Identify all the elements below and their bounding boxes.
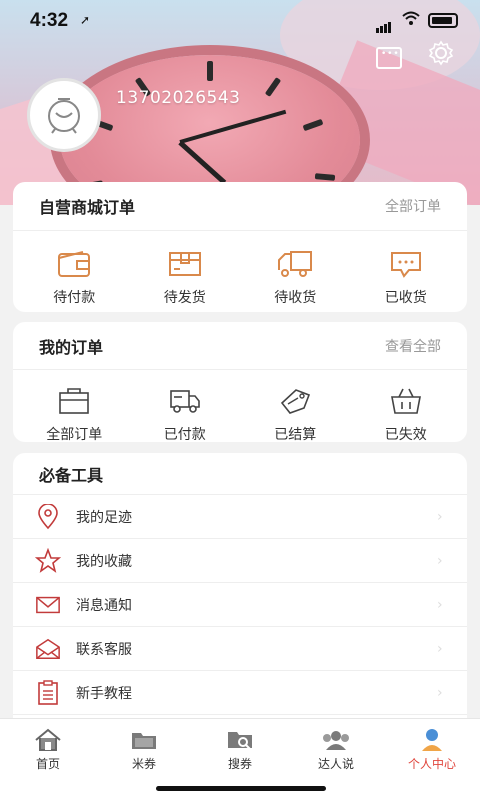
tab-label: 达人说 <box>317 757 354 771</box>
document-icon <box>35 679 61 706</box>
my-order-label: 全部订单 <box>46 427 103 443</box>
mall-order-label: 待收货 <box>274 290 317 306</box>
mall-order-label: 待付款 <box>53 290 96 306</box>
mall-order-received[interactable]: 已收货 <box>351 231 461 307</box>
envelope-icon <box>35 592 61 618</box>
cellular-signal-icon <box>376 14 392 33</box>
home-indicator <box>156 786 326 791</box>
search-folder-icon <box>192 727 288 753</box>
mall-order-pending-receipt[interactable]: 待收货 <box>240 231 350 307</box>
tab-label: 个人中心 <box>407 757 456 771</box>
my-order-label: 已失效 <box>384 427 427 443</box>
truck-icon <box>275 247 315 281</box>
my-order-label: 已付款 <box>163 427 206 443</box>
chevron-right-icon: › <box>437 508 443 525</box>
delivery-truck-icon <box>165 384 205 418</box>
tab-home[interactable]: 首页 <box>0 727 96 772</box>
alarm-clock-icon <box>48 98 80 134</box>
wallet-icon <box>54 247 94 281</box>
tool-label: 我的收藏 <box>76 553 132 570</box>
my-order-paid[interactable]: 已付款 <box>130 370 240 444</box>
tab-profile[interactable]: 个人中心 <box>384 727 480 772</box>
location-pin-icon <box>35 503 61 530</box>
chevron-right-icon: › <box>437 596 443 613</box>
tab-search-coupons[interactable]: 搜券 <box>192 727 288 772</box>
open-envelope-icon <box>35 636 61 662</box>
mall-order-pending-payment[interactable]: 待付款 <box>19 231 129 307</box>
tool-label: 新手教程 <box>76 685 132 702</box>
user-icon <box>384 727 480 753</box>
status-time: 4:32 <box>30 10 69 31</box>
my-orders-view-all-link[interactable]: 查看全部 <box>385 336 441 356</box>
tool-tutorial[interactable]: 新手教程 › <box>13 671 467 715</box>
tag-icon <box>275 384 315 418</box>
folder-icon <box>96 727 192 753</box>
my-order-label: 已结算 <box>274 427 317 443</box>
chat-box-icon <box>386 247 426 281</box>
my-orders-card: 我的订单 查看全部 全部订单 已付款 已结算 已失效 <box>13 322 467 444</box>
wifi-icon <box>402 10 420 29</box>
status-bar: 4:32 ➚ <box>0 0 480 44</box>
tab-label: 首页 <box>35 757 60 771</box>
tool-label: 消息通知 <box>76 597 132 614</box>
tab-label: 米券 <box>131 757 156 771</box>
group-icon <box>288 727 384 753</box>
package-icon <box>165 247 205 281</box>
mall-orders-title: 自营商城订单 <box>39 198 136 217</box>
my-orders-title: 我的订单 <box>39 337 104 357</box>
mall-order-label: 待发货 <box>163 290 206 306</box>
message-icon[interactable] <box>376 47 402 69</box>
mall-orders-all-link[interactable]: 全部订单 <box>385 196 441 216</box>
battery-icon <box>428 13 458 28</box>
user-phone-number[interactable]: 13702026543 <box>116 88 240 108</box>
star-icon <box>35 547 61 574</box>
mall-order-label: 已收货 <box>384 290 427 306</box>
my-order-expired[interactable]: 已失效 <box>351 370 461 444</box>
tool-label: 我的足迹 <box>76 509 132 526</box>
chevron-right-icon: › <box>437 684 443 701</box>
basket-icon <box>386 384 426 418</box>
home-icon <box>0 727 96 753</box>
avatar[interactable] <box>27 78 101 152</box>
chevron-right-icon: › <box>437 552 443 569</box>
tool-notifications[interactable]: 消息通知 › <box>13 583 467 627</box>
chevron-right-icon: › <box>437 640 443 657</box>
location-arrow-icon: ➚ <box>80 13 91 27</box>
tab-label: 搜券 <box>227 757 252 771</box>
gear-icon[interactable] <box>428 40 454 66</box>
tools-title: 必备工具 <box>39 465 104 485</box>
tool-favorites[interactable]: 我的收藏 › <box>13 539 467 583</box>
tool-label: 联系客服 <box>76 641 132 658</box>
tools-card: 必备工具 我的足迹 › 我的收藏 › 消息通知 › 联系客服 › 新手教程 › <box>13 453 467 733</box>
tab-influencer-talk[interactable]: 达人说 <box>288 727 384 772</box>
bag-icon <box>54 384 94 418</box>
tab-coupons[interactable]: 米券 <box>96 727 192 772</box>
my-order-settled[interactable]: 已结算 <box>240 370 350 444</box>
mall-orders-card: 自营商城订单 全部订单 待付款 待发货 待收货 已收货 <box>13 182 467 312</box>
mall-order-pending-shipment[interactable]: 待发货 <box>130 231 240 307</box>
tool-customer-service[interactable]: 联系客服 › <box>13 627 467 671</box>
tool-footprints[interactable]: 我的足迹 › <box>13 495 467 539</box>
my-order-all[interactable]: 全部订单 <box>19 370 129 444</box>
